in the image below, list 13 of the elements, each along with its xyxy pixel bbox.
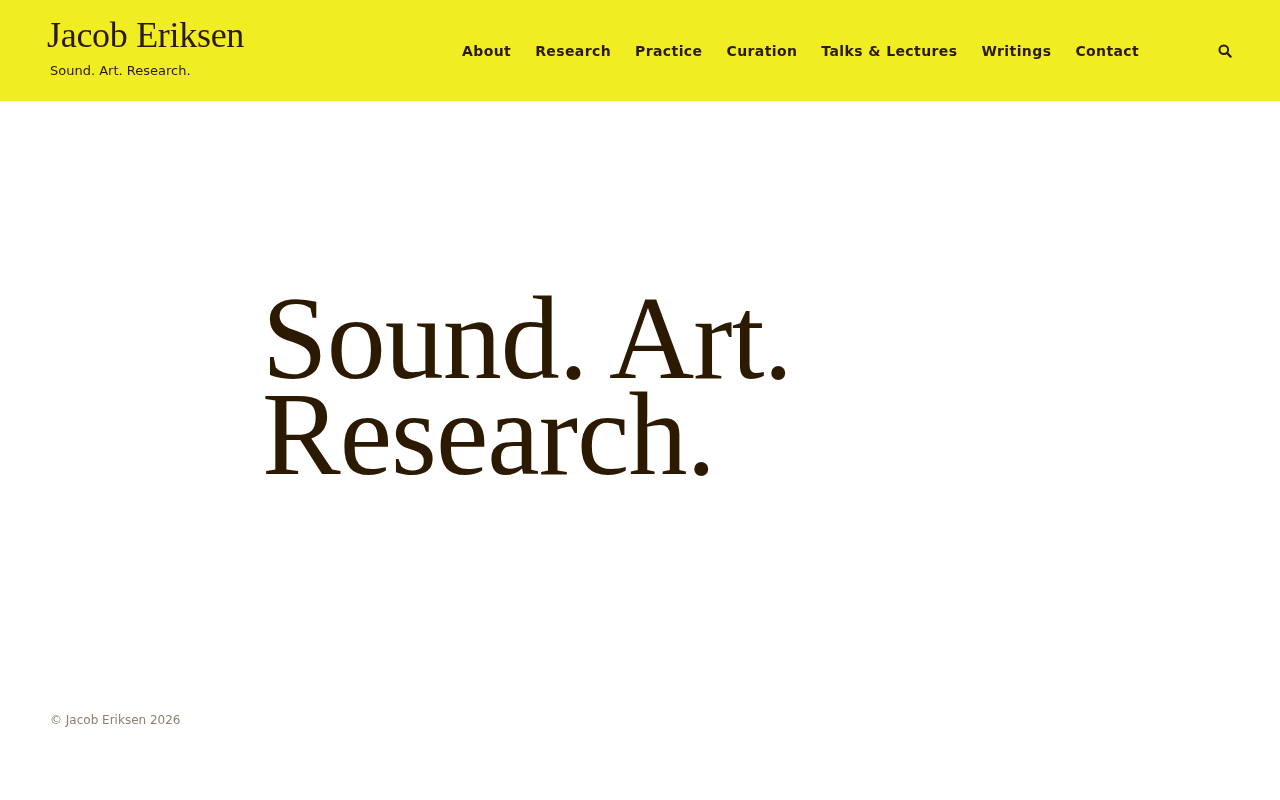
nav-link[interactable]: Writings [981,42,1052,59]
nav-link[interactable]: Talks & Lectures [821,42,958,59]
nav-link[interactable]: Curation [726,42,798,59]
site-title[interactable]: Jacob Eriksen [47,15,350,55]
nav-link[interactable]: Practice [635,42,703,59]
hero-heading: Research. [262,387,715,483]
nav-link[interactable]: Research [535,42,612,59]
search-icon [1218,43,1232,58]
nav-link[interactable]: Contact [1075,42,1140,59]
copyright-text: © Jacob Eriksen 2026 [50,713,181,727]
tagline: Sound. Art. Research. [50,63,192,78]
nav-link[interactable]: About [462,42,512,59]
hero-heading: Sound. Art. [262,291,792,387]
